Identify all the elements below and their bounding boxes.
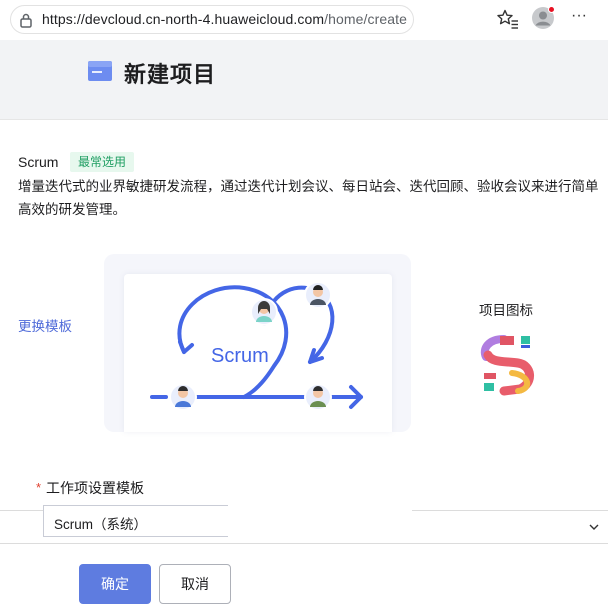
browser-toolbar: https://devcloud.cn-north-4.huaweicloud.… (0, 0, 608, 40)
work-item-template-label: 工作项设置模板 (46, 480, 144, 496)
page-header: 新建项目 (0, 40, 608, 120)
project-folder-icon (88, 61, 112, 81)
confirm-button[interactable]: 确定 (79, 564, 151, 604)
cancel-button[interactable]: 取消 (159, 564, 231, 604)
url-path: /home/create (324, 11, 408, 27)
url-host: https://devcloud.cn-north-4.huaweicloud.… (42, 11, 325, 27)
work-item-template-select-value-box[interactable]: Scrum（系统） (43, 505, 228, 537)
url-text: https://devcloud.cn-north-4.huaweicloud.… (42, 11, 407, 27)
preview-scrum-text: Scrum (211, 345, 269, 367)
scrum-flow-illustration: Scrum (150, 281, 363, 411)
lock-icon (20, 13, 32, 28)
change-template-link[interactable]: 更换模板 (18, 315, 72, 335)
select-value: Scrum（系统） (54, 517, 148, 532)
chevron-down-icon[interactable] (587, 520, 601, 534)
template-description: 增量迭代式的业界敏捷研发流程，通过迭代计划会议、每日站会、迭代回顾、验收会议来进… (18, 179, 599, 217)
select-overlay (228, 504, 412, 543)
more-menu-icon[interactable]: ··· (569, 8, 589, 28)
project-icon-label: 项目图标 (479, 303, 533, 318)
template-preview-card: Scrum (104, 254, 411, 432)
profile-avatar-icon[interactable] (531, 6, 555, 30)
address-bar[interactable]: https://devcloud.cn-north-4.huaweicloud.… (10, 5, 414, 34)
project-logo-icon[interactable] (474, 333, 540, 397)
work-item-template-field: * 工作项设置模板 Scrum（系统） (0, 474, 608, 546)
page-title: 新建项目 (124, 62, 217, 87)
most-used-badge: 最常选用 (70, 152, 135, 172)
favorites-star-icon[interactable] (496, 8, 520, 30)
template-name: Scrum (18, 154, 59, 170)
required-mark: * (36, 480, 42, 495)
